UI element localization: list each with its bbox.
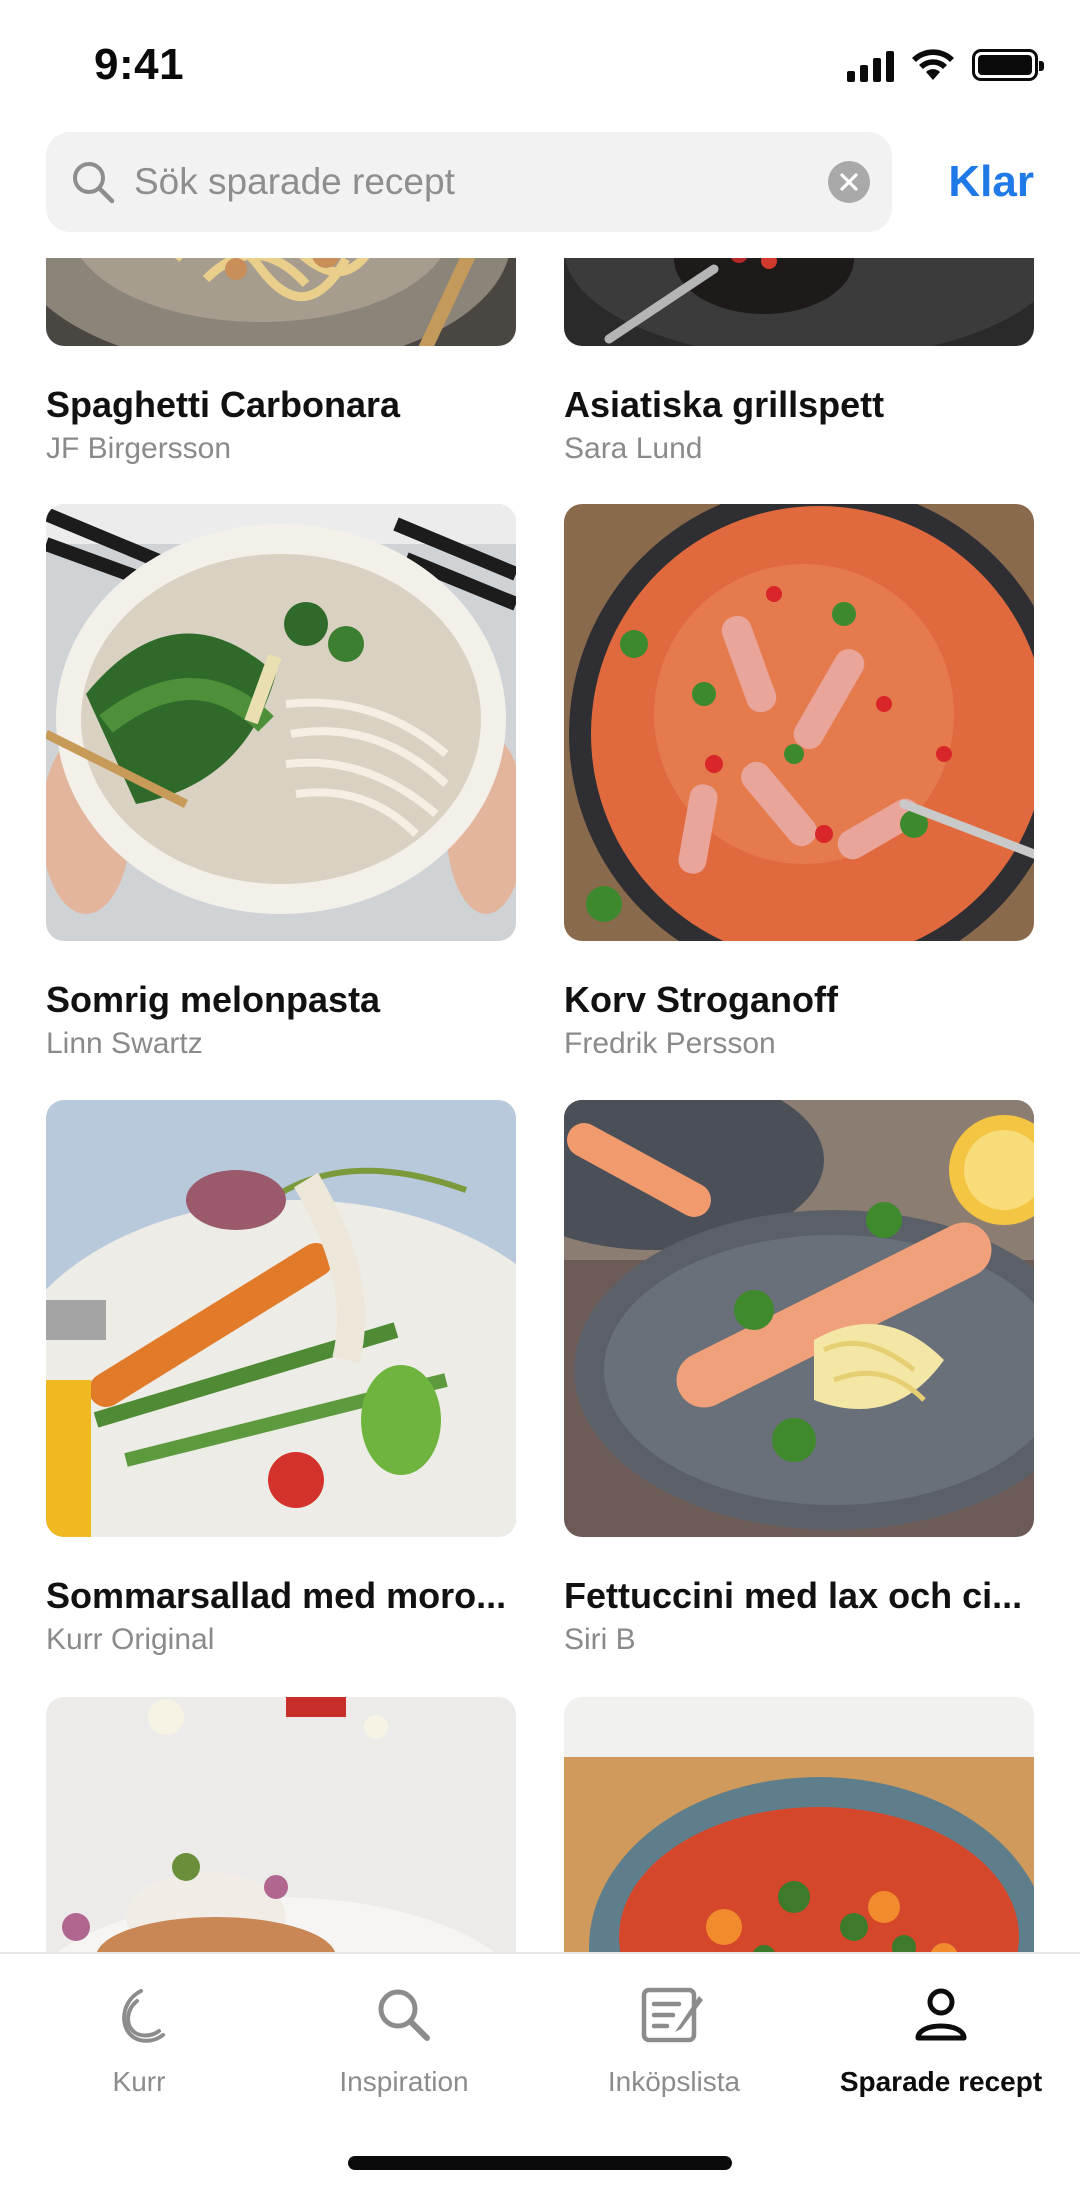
recipe-image	[46, 504, 516, 941]
status-icons	[847, 48, 1044, 82]
battery-icon	[972, 49, 1044, 81]
recipe-author: Fredrik Persson	[564, 1027, 776, 1060]
recipe-card[interactable]: Somrig melonpasta Linn Swartz	[46, 504, 516, 1061]
recipe-author: Kurr Original	[46, 1623, 215, 1656]
tab-kurr[interactable]: Kurr	[4, 1980, 274, 2098]
tab-inspiration[interactable]: Inspiration	[269, 1980, 539, 2098]
wifi-icon	[912, 49, 954, 80]
tab-label: Inköpslista	[607, 2066, 741, 2097]
status-time: 9:41	[94, 40, 185, 89]
recipe-title: Fettuccini med lax och ci...	[564, 1575, 1023, 1616]
recipe-title: Spaghetti Carbonara	[46, 384, 401, 425]
recipe-title: Asiatiska grillspett	[564, 384, 885, 425]
recipe-image	[564, 1100, 1034, 1537]
search-row: Klar	[46, 132, 1034, 232]
close-icon	[840, 173, 858, 191]
recipe-card[interactable]: Asiatiska grillspett Sara Lund	[564, 258, 1034, 466]
recipe-author: Linn Swartz	[46, 1027, 203, 1060]
cellular-signal-icon	[847, 48, 894, 82]
search-icon	[269, 1980, 539, 2050]
recipe-card[interactable]: Fettuccini med lax och ci... Siri B	[564, 1100, 1034, 1657]
recipe-author: Sara Lund	[564, 432, 703, 465]
recipe-image	[46, 258, 516, 346]
search-icon	[68, 157, 118, 207]
recipe-title: Korv Stroganoff	[564, 979, 838, 1020]
clear-search-button[interactable]	[828, 161, 870, 203]
recipe-card[interactable]: Korv Stroganoff Fredrik Persson	[564, 504, 1034, 1061]
recipe-card[interactable]	[46, 1697, 516, 1952]
tab-shopping-list[interactable]: Inköpslista	[539, 1980, 809, 2098]
tab-saved-recipes[interactable]: Sparade recept	[806, 1980, 1076, 2098]
recipe-author: JF Birgersson	[46, 432, 232, 465]
kurr-logo-icon	[4, 1980, 274, 2050]
recipe-card[interactable]: Spaghetti Carbonara JF Birgersson	[46, 258, 516, 466]
recipe-card[interactable]: Sommarsallad med moro... Kurr Original	[46, 1100, 516, 1657]
recipe-image	[46, 1100, 516, 1537]
recipe-title: Sommarsallad med moro...	[46, 1575, 507, 1616]
done-button[interactable]: Klar	[948, 157, 1034, 207]
recipe-image	[564, 504, 1034, 941]
tab-label: Kurr	[112, 2066, 166, 2097]
tab-label: Sparade recept	[839, 2066, 1043, 2097]
search-input[interactable]	[118, 161, 828, 203]
recipe-title: Somrig melonpasta	[46, 979, 381, 1020]
recipe-image	[564, 258, 1034, 346]
shopping-list-icon	[539, 1980, 809, 2050]
search-field[interactable]	[46, 132, 892, 232]
saved-recipes-grid[interactable]: Spaghetti Carbonara JF Birgersson Asiati…	[0, 258, 1080, 1952]
home-indicator[interactable]	[348, 2156, 732, 2170]
recipe-image	[46, 1697, 516, 1952]
tab-label: Inspiration	[339, 2066, 469, 2097]
status-bar: 9:41	[0, 0, 1080, 130]
recipe-image	[564, 1697, 1034, 1952]
recipe-card[interactable]	[564, 1697, 1034, 1952]
recipe-author: Siri B	[564, 1623, 636, 1656]
person-icon	[806, 1980, 1076, 2050]
